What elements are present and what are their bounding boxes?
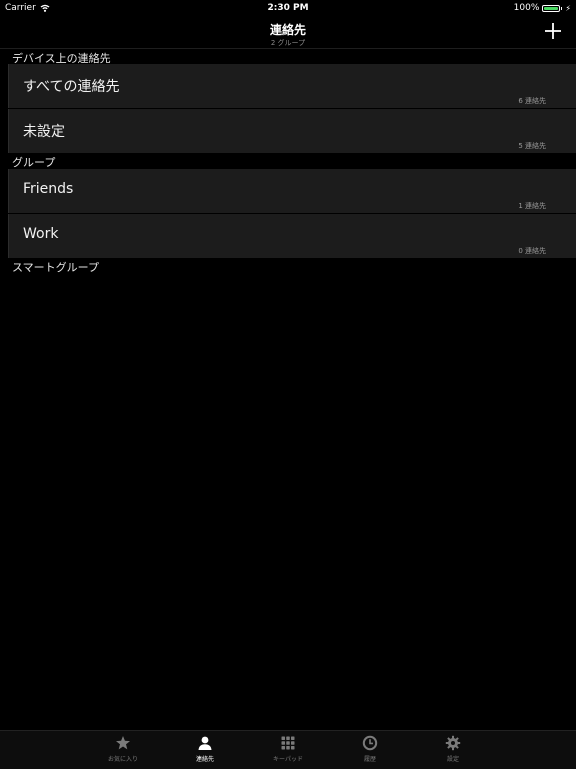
tab-settings[interactable]: 設定 <box>425 735 481 767</box>
group-row-count: 6 連絡先 <box>518 97 546 105</box>
group-row-count: 1 連絡先 <box>518 202 546 210</box>
star-icon <box>116 736 130 750</box>
status-bar: Carrier 2:30 PM 100% ⚡ <box>0 0 576 16</box>
group-row-all-contacts[interactable]: すべての連絡先 6 連絡先 <box>8 64 576 108</box>
group-row-title: 未設定 <box>23 124 65 140</box>
tab-keypad[interactable]: キーパッド <box>260 735 316 767</box>
tab-favorites[interactable]: お気に入り <box>95 735 151 767</box>
status-right: 100% ⚡ <box>514 3 571 13</box>
status-time: 2:30 PM <box>267 3 309 13</box>
charging-bolt-icon: ⚡ <box>565 3 571 13</box>
section-header-groups: グループ <box>12 156 56 169</box>
group-row-title: Friends <box>23 181 74 197</box>
add-button[interactable] <box>542 20 564 42</box>
battery-level <box>544 6 559 10</box>
group-row-work[interactable]: Work 0 連絡先 <box>8 214 576 258</box>
group-row-friends[interactable]: Friends 1 連絡先 <box>8 169 576 213</box>
group-row-unassigned[interactable]: 未設定 5 連絡先 <box>8 109 576 153</box>
group-row-title: すべての連絡先 <box>23 79 120 95</box>
navigation-bar: 連絡先 2 グループ <box>0 16 576 49</box>
group-row-count: 0 連絡先 <box>518 247 546 255</box>
group-row-count: 5 連絡先 <box>518 142 546 150</box>
tab-label: キーパッド <box>273 756 303 763</box>
battery-icon <box>542 4 561 12</box>
page-subtitle: 2 グループ <box>270 39 306 47</box>
tab-label: 履歴 <box>363 756 376 763</box>
battery-percent: 100% <box>513 3 540 13</box>
tab-label: 設定 <box>446 756 459 763</box>
keypad-icon <box>281 736 295 750</box>
person-icon <box>198 736 212 750</box>
battery-tip <box>561 6 563 10</box>
section-header-smart-groups: スマートグループ <box>12 261 100 274</box>
tab-label: 連絡先 <box>195 756 214 763</box>
tab-contacts[interactable]: 連絡先 <box>177 735 233 767</box>
tab-label: お気に入り <box>107 756 138 763</box>
page-title: 連絡先 <box>269 23 306 37</box>
gear-icon <box>445 735 461 751</box>
plus-icon <box>545 23 561 39</box>
clock-icon <box>362 735 378 751</box>
group-row-title: Work <box>23 226 59 242</box>
tab-bar: お気に入り 連絡先 キーパッド 履歴 設定 <box>0 730 576 769</box>
tab-history[interactable]: 履歴 <box>342 735 398 767</box>
